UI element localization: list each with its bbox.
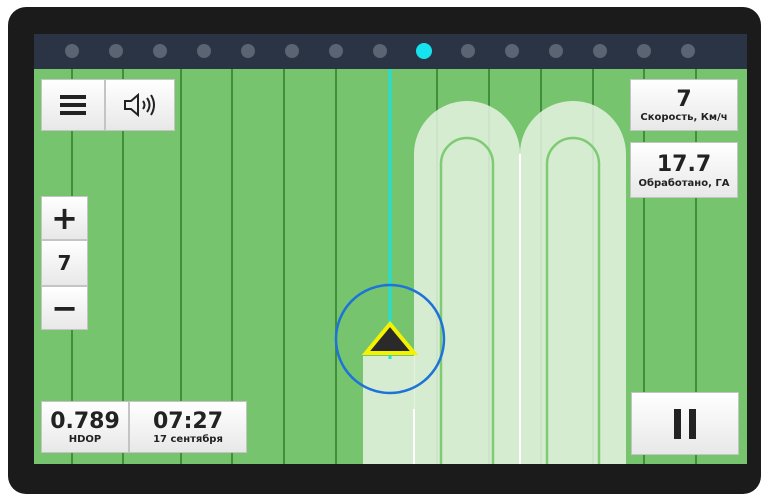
zoom-out-button[interactable]: − bbox=[41, 286, 88, 330]
hdop-display: 0.789 HDOP bbox=[41, 401, 129, 453]
status-dot bbox=[109, 44, 123, 58]
date-label: 17 сентября bbox=[153, 433, 223, 445]
speaker-icon bbox=[124, 92, 155, 118]
status-dot bbox=[681, 44, 695, 58]
area-label: Обработано, ГА bbox=[638, 177, 730, 189]
time-value: 07:27 bbox=[152, 408, 224, 434]
status-dot bbox=[153, 44, 167, 58]
zoom-in-button[interactable]: + bbox=[41, 196, 88, 240]
status-dot bbox=[549, 44, 563, 58]
status-dot bbox=[197, 44, 211, 58]
area-panel: 17.7 Обработано, ГА bbox=[630, 142, 738, 198]
menu-button[interactable] bbox=[41, 79, 105, 131]
status-dot bbox=[65, 44, 79, 58]
status-bar bbox=[34, 34, 747, 69]
status-dot bbox=[461, 44, 475, 58]
status-dot bbox=[505, 44, 519, 58]
status-dot bbox=[241, 44, 255, 58]
zoom-out-label: − bbox=[51, 289, 78, 327]
pause-icon bbox=[674, 408, 696, 439]
speed-panel: 7 Скорость, Км/ч bbox=[630, 79, 738, 131]
hamburger-icon bbox=[60, 95, 86, 115]
zoom-controls: + 7 − bbox=[41, 196, 88, 330]
navigation-screen: + 7 − 7 Скорость, Км/ч 17.7 Обработано, … bbox=[34, 34, 747, 464]
status-dot bbox=[373, 44, 387, 58]
status-dot bbox=[329, 44, 343, 58]
gps-panel: 0.789 HDOP 07:27 17 сентября bbox=[41, 401, 247, 453]
time-display: 07:27 17 сентября bbox=[129, 401, 247, 453]
status-dot bbox=[637, 44, 651, 58]
menu-sound-panel bbox=[41, 79, 175, 131]
zoom-level-value: 7 bbox=[57, 251, 72, 275]
status-dot-active bbox=[416, 43, 432, 59]
pause-button[interactable] bbox=[631, 392, 739, 455]
speed-label: Скорость, Км/ч bbox=[640, 111, 728, 123]
status-dot bbox=[285, 44, 299, 58]
sound-button[interactable] bbox=[105, 79, 175, 131]
status-dot bbox=[593, 44, 607, 58]
zoom-in-label: + bbox=[51, 199, 78, 237]
hdop-value: 0.789 bbox=[50, 408, 120, 434]
hdop-label: HDOP bbox=[68, 433, 102, 445]
zoom-level-display: 7 bbox=[41, 240, 88, 286]
area-value: 17.7 bbox=[656, 151, 712, 177]
speed-value: 7 bbox=[676, 86, 692, 112]
